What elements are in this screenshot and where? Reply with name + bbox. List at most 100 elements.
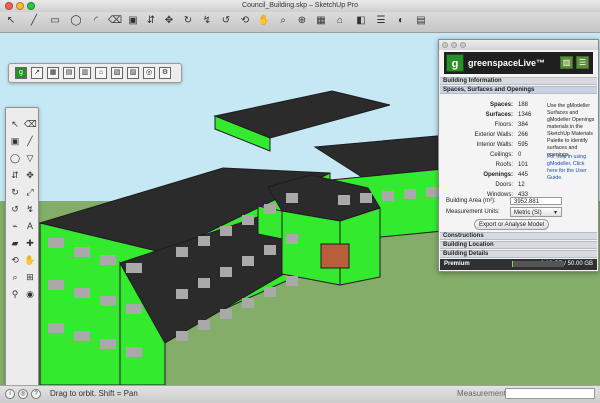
settings-icon[interactable]: ⚙ xyxy=(159,67,171,79)
offset-icon[interactable]: ↺ xyxy=(9,203,21,215)
shadow-icon[interactable]: ◐ xyxy=(394,14,408,28)
gmodeller-panel: g greenspaceLive™ ▥ ☰ Building Informati… xyxy=(438,39,599,272)
building-area-label: Building Area (m²): xyxy=(446,198,496,204)
move-tool-icon[interactable]: ✥ xyxy=(162,14,176,28)
door-icon[interactable]: ▥ xyxy=(79,67,91,79)
zoom-icon[interactable]: ⌕ xyxy=(276,14,290,28)
line-tool-icon[interactable]: ╱ xyxy=(27,14,41,28)
gmodeller-logo: g xyxy=(446,54,464,72)
zoom-window-icon[interactable]: ⊞ xyxy=(24,271,36,283)
section-building-details[interactable]: Building Details xyxy=(440,250,597,258)
look-around-icon[interactable]: ◉ xyxy=(24,288,36,300)
orbit-icon[interactable]: ⟲ xyxy=(238,14,252,28)
scenes-icon[interactable]: ▤ xyxy=(414,14,428,28)
axes-icon[interactable]: ✚ xyxy=(24,237,36,249)
measurement-units-label: Measurement Units: xyxy=(446,209,500,215)
zoom-extents-icon[interactable]: ⊕ xyxy=(295,14,309,28)
tape-icon[interactable]: ⌁ xyxy=(9,220,21,232)
section-plane-icon[interactable]: ⌂ xyxy=(333,14,347,28)
follow-me-icon[interactable]: ↯ xyxy=(200,14,214,28)
stat-label-roofs: Roofs: xyxy=(495,162,513,168)
section-icon[interactable]: ▰ xyxy=(9,237,21,249)
stat-value-doors: 12 xyxy=(518,182,525,188)
follow-icon[interactable]: ↯ xyxy=(24,203,36,215)
stat-value-roofs: 101 xyxy=(518,162,529,168)
section-constructions[interactable]: Constructions xyxy=(440,232,597,240)
components-icon[interactable]: ▦ xyxy=(314,14,328,28)
rectangle-tool-icon[interactable]: ▭ xyxy=(48,14,62,28)
ruler-icon[interactable]: ↗ xyxy=(31,67,43,79)
stat-label-openings: Openings: xyxy=(483,172,513,178)
analysis-icon[interactable]: ◎ xyxy=(143,67,155,79)
push-pull-icon[interactable]: ⇵ xyxy=(144,14,158,28)
section-building-location[interactable]: Building Location xyxy=(440,241,597,249)
rotate-tool-icon[interactable]: ↻ xyxy=(181,14,195,28)
stat-label-doors: Doors: xyxy=(495,182,513,188)
storage-bar xyxy=(512,261,564,267)
move-icon[interactable]: ✥ xyxy=(24,169,36,181)
circle-tool-icon[interactable]: ◯ xyxy=(69,14,83,28)
circle-icon[interactable]: ◯ xyxy=(9,152,21,164)
stat-value-floors: 384 xyxy=(518,122,529,128)
paint-icon[interactable]: ▣ xyxy=(9,135,21,147)
stat-label-floors: Floors: xyxy=(494,122,513,128)
scale-icon[interactable]: ⤢ xyxy=(24,186,36,198)
measurements-label: Measurements xyxy=(457,389,510,398)
panel-zoom-button[interactable] xyxy=(460,42,466,48)
panel-minimize-button[interactable] xyxy=(451,42,457,48)
window-icon[interactable]: ▤ xyxy=(63,67,75,79)
wall-icon[interactable]: ▧ xyxy=(111,67,123,79)
info-icon[interactable]: i xyxy=(5,389,15,399)
section-spaces-surfaces-openings[interactable]: Spaces, Surfaces and Openings xyxy=(440,86,597,94)
gmodeller-floating-toolbar: g ↗ ▦ ▤ ▥ ⌂ ▧ ▨ ◎ ⚙ xyxy=(8,63,182,83)
orbit-icon[interactable]: ⟲ xyxy=(9,254,21,266)
arrow-icon[interactable]: ↖ xyxy=(9,118,21,130)
text-icon[interactable]: A xyxy=(24,220,36,232)
grid-icon[interactable]: ▥ xyxy=(560,56,573,69)
premium-label: Premium xyxy=(444,261,470,267)
stat-value-ceilings: 0 xyxy=(518,152,522,158)
layers-icon[interactable]: ☰ xyxy=(374,14,388,28)
gmodeller-logo-icon[interactable]: g xyxy=(15,67,27,79)
stat-value-spaces: 188 xyxy=(518,102,529,108)
pencil-icon[interactable]: ╱ xyxy=(24,135,36,147)
measurement-units-select[interactable]: Metric (SI) ▾ xyxy=(510,207,562,217)
user-guide-link[interactable]: For help in using gModeller, Click here … xyxy=(547,154,595,182)
export-analyse-button[interactable]: Export or Analyse Model xyxy=(474,219,549,230)
paint-bucket-icon[interactable]: ▣ xyxy=(126,14,140,28)
roof-icon[interactable]: ⌂ xyxy=(95,67,107,79)
rotate-icon[interactable]: ↻ xyxy=(9,186,21,198)
arc-tool-icon[interactable]: ◜ xyxy=(89,14,103,28)
measurement-units-value: Metric (SI) xyxy=(514,210,542,216)
status-bar: i ◎ ? Drag to orbit. Shift = Pan Measure… xyxy=(0,385,600,403)
floor-icon[interactable]: ▨ xyxy=(127,67,139,79)
stat-label-interior-walls: Interior Walls: xyxy=(476,142,513,148)
styles-icon[interactable]: ◧ xyxy=(354,14,368,28)
entrance-door xyxy=(320,243,350,269)
triangle-icon[interactable]: ▽ xyxy=(24,152,36,164)
select-tool-icon[interactable]: ↖ xyxy=(4,14,18,28)
materials-note: Use the gModeller Surfaces and gModeller… xyxy=(547,103,595,158)
chevron-down-icon: ▾ xyxy=(553,210,557,216)
credits-icon[interactable]: ? xyxy=(31,389,41,399)
section-building-information[interactable]: Building Information xyxy=(440,77,597,85)
measurements-input[interactable] xyxy=(505,388,595,399)
eraser-icon[interactable]: ⌫ xyxy=(24,118,37,130)
gmodeller-panel-titlebar xyxy=(439,40,598,50)
stat-value-interior-walls: 595 xyxy=(518,142,529,148)
menu-icon[interactable]: ☰ xyxy=(576,56,589,69)
push-icon[interactable]: ⇵ xyxy=(9,169,21,181)
zoom-icon[interactable]: ⌕ xyxy=(9,271,21,283)
pan-icon[interactable]: ✋ xyxy=(24,254,36,266)
geo-location-icon[interactable]: ◎ xyxy=(18,389,28,399)
offset-icon[interactable]: ↺ xyxy=(219,14,233,28)
stat-label-ceilings: Ceilings: xyxy=(489,152,513,158)
stat-value-surfaces: 1346 xyxy=(518,112,532,118)
stat-label-surfaces: Surfaces: xyxy=(485,112,513,118)
stat-value-exterior-walls: 266 xyxy=(518,132,529,138)
walk-icon[interactable]: ⚲ xyxy=(9,288,21,300)
zone-icon[interactable]: ▦ xyxy=(47,67,59,79)
eraser-tool-icon[interactable]: ⌫ xyxy=(108,14,122,28)
pan-icon[interactable]: ✋ xyxy=(257,14,271,28)
panel-close-button[interactable] xyxy=(442,42,448,48)
